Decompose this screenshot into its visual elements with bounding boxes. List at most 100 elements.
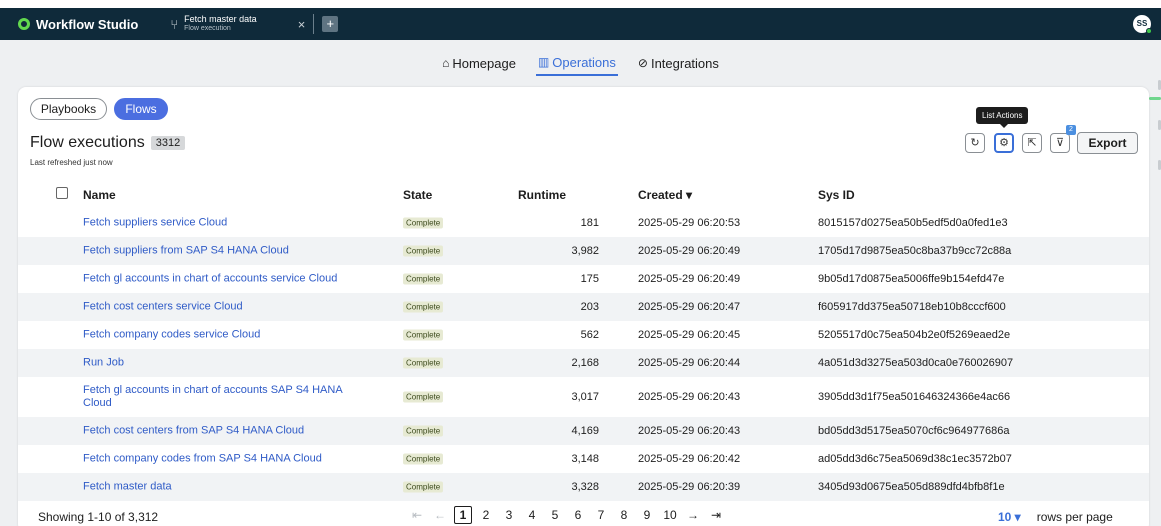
- row-sysid: f605917dd375ea50718eb10b8cccf600: [818, 301, 1006, 313]
- side-scroll-marker: [1149, 97, 1161, 100]
- table-row[interactable]: Fetch cost centers service Cloud Complet…: [18, 293, 1149, 321]
- page-7[interactable]: 7: [592, 508, 610, 522]
- table-row[interactable]: Fetch gl accounts in chart of accounts S…: [18, 377, 1149, 417]
- column-created[interactable]: Created ▾: [638, 188, 692, 202]
- row-name-link[interactable]: Fetch cost centers service Cloud: [83, 301, 373, 314]
- column-runtime[interactable]: Runtime: [518, 188, 566, 202]
- table-row[interactable]: Fetch suppliers from SAP S4 HANA Cloud C…: [18, 237, 1149, 265]
- row-created: 2025-05-29 06:20:47: [638, 301, 741, 313]
- share-button[interactable]: ⇱: [1022, 133, 1042, 153]
- row-runtime: 4,169: [571, 425, 599, 437]
- close-tab-icon[interactable]: ×: [298, 17, 306, 32]
- row-name-link[interactable]: Fetch cost centers from SAP S4 HANA Clou…: [83, 425, 373, 438]
- list-actions-tooltip: List Actions: [976, 107, 1029, 128]
- last-page-icon[interactable]: ⇥: [707, 508, 725, 522]
- row-runtime: 175: [580, 273, 599, 285]
- home-icon: ⌂: [442, 56, 450, 70]
- table-row[interactable]: Fetch suppliers service Cloud Complete 1…: [18, 209, 1149, 237]
- row-runtime: 2,168: [571, 357, 599, 369]
- row-sysid: 1705d17d9875ea50c8ba37b9cc72c88a: [818, 245, 1012, 257]
- state-badge: Complete: [403, 245, 444, 257]
- nav-integrations[interactable]: ⊘ Integrations: [636, 52, 721, 75]
- filter-icon: ⊽: [1055, 137, 1065, 149]
- page-3[interactable]: 3: [500, 508, 518, 522]
- table-body: Fetch suppliers service Cloud Complete 1…: [18, 209, 1149, 501]
- table-row[interactable]: Fetch cost centers from SAP S4 HANA Clou…: [18, 417, 1149, 445]
- nav-homepage[interactable]: ⌂ Homepage: [440, 52, 518, 75]
- row-name-link[interactable]: Fetch company codes service Cloud: [83, 329, 373, 342]
- refresh-button[interactable]: ↻: [965, 133, 985, 153]
- count-badge: 3312: [150, 136, 186, 150]
- rows-per-page-select[interactable]: 10 ▾: [998, 510, 1021, 524]
- row-sysid: bd05dd3d5175ea5070cf6c964977686a: [818, 425, 1010, 437]
- tab-fetch-master-data[interactable]: ⑂ Fetch master data Flow execution ×: [170, 8, 305, 40]
- row-sysid: 9b05d17d0875ea5006ffe9b154efd47e: [818, 273, 1005, 285]
- tab-divider: [313, 14, 315, 34]
- row-runtime: 3,148: [571, 453, 599, 465]
- nav-operations[interactable]: ▥ Operations: [535, 51, 618, 76]
- row-name-link[interactable]: Fetch gl accounts in chart of accounts S…: [83, 384, 373, 410]
- column-state[interactable]: State: [403, 188, 432, 202]
- page-2[interactable]: 2: [477, 508, 495, 522]
- row-runtime: 3,982: [571, 245, 599, 257]
- state-badge: Complete: [403, 481, 444, 493]
- table-row[interactable]: Fetch master data Complete 3,328 2025-05…: [18, 473, 1149, 501]
- row-sysid: 8015157d0275ea50b5edf5d0a0fed1e3: [818, 217, 1008, 229]
- rows-per-page-label: rows per page: [1036, 510, 1113, 524]
- page-10[interactable]: 10: [661, 508, 679, 522]
- row-created: 2025-05-29 06:20:42: [638, 453, 741, 465]
- row-runtime: 3,328: [571, 481, 599, 493]
- row-runtime: 3,017: [571, 391, 599, 403]
- chart-icon: ▥: [537, 55, 550, 69]
- filter-count-badge: 2: [1066, 125, 1076, 135]
- row-runtime: 181: [580, 217, 599, 229]
- first-page-icon[interactable]: ⇤: [408, 508, 426, 522]
- state-badge: Complete: [403, 329, 444, 341]
- table-row[interactable]: Fetch company codes service Cloud Comple…: [18, 321, 1149, 349]
- executions-card: Playbooks Flows Flow executions 3312 Las…: [18, 87, 1149, 526]
- row-sysid: 4a051d3d3275ea503d0ca0e760026907: [818, 357, 1014, 369]
- row-name-link[interactable]: Run Job: [83, 357, 373, 370]
- row-sysid: 5205517d0c75ea504b2e0f5269eaed2e: [818, 329, 1011, 341]
- state-badge: Complete: [403, 273, 444, 285]
- column-sysid[interactable]: Sys ID: [818, 188, 855, 202]
- tab-title: Fetch master data: [184, 14, 257, 24]
- flows-filter-button[interactable]: Flows: [114, 98, 168, 120]
- row-sysid: 3405d93d0675ea505d889dfd4bfb8f1e: [818, 481, 1005, 493]
- page-8[interactable]: 8: [615, 508, 633, 522]
- share-icon: ⇱: [1027, 137, 1037, 149]
- row-created: 2025-05-29 06:20:44: [638, 357, 741, 369]
- next-page-icon[interactable]: →: [684, 508, 702, 522]
- page-6[interactable]: 6: [569, 508, 587, 522]
- nav-integrations-label: Integrations: [650, 55, 719, 71]
- top-strip: [0, 0, 1161, 8]
- row-name-link[interactable]: Fetch suppliers from SAP S4 HANA Cloud: [83, 245, 373, 258]
- online-status-icon: [1146, 28, 1152, 34]
- table-row[interactable]: Fetch gl accounts in chart of accounts s…: [18, 265, 1149, 293]
- playbooks-filter-button[interactable]: Playbooks: [30, 98, 107, 120]
- row-name-link[interactable]: Fetch master data: [83, 481, 373, 494]
- main-nav: ⌂ Homepage ▥ Operations ⊘ Integrations: [0, 40, 1161, 86]
- select-all-checkbox[interactable]: [56, 187, 68, 199]
- export-button[interactable]: Export: [1077, 132, 1138, 154]
- page-title-text: Flow executions: [30, 134, 145, 151]
- page-4[interactable]: 4: [523, 508, 541, 522]
- add-tab-button[interactable]: +: [322, 16, 339, 32]
- page-1[interactable]: 1: [454, 506, 472, 524]
- gear-icon: ⚙: [999, 137, 1009, 149]
- table-row[interactable]: Fetch company codes from SAP S4 HANA Clo…: [18, 445, 1149, 473]
- list-actions-button[interactable]: ⚙: [994, 133, 1014, 153]
- state-badge: Complete: [403, 453, 444, 465]
- page-9[interactable]: 9: [638, 508, 656, 522]
- row-created: 2025-05-29 06:20:43: [638, 425, 741, 437]
- row-name-link[interactable]: Fetch gl accounts in chart of accounts s…: [83, 273, 373, 286]
- page-5[interactable]: 5: [546, 508, 564, 522]
- table-row[interactable]: Run Job Complete 2,168 2025-05-29 06:20:…: [18, 349, 1149, 377]
- row-runtime: 562: [580, 329, 599, 341]
- column-name[interactable]: Name: [83, 188, 116, 202]
- page-title: Flow executions 3312: [30, 134, 186, 152]
- prev-page-icon[interactable]: ←: [431, 508, 449, 522]
- row-name-link[interactable]: Fetch suppliers service Cloud: [83, 217, 373, 230]
- filter-button[interactable]: ⊽: [1050, 133, 1070, 153]
- row-name-link[interactable]: Fetch company codes from SAP S4 HANA Clo…: [83, 453, 373, 466]
